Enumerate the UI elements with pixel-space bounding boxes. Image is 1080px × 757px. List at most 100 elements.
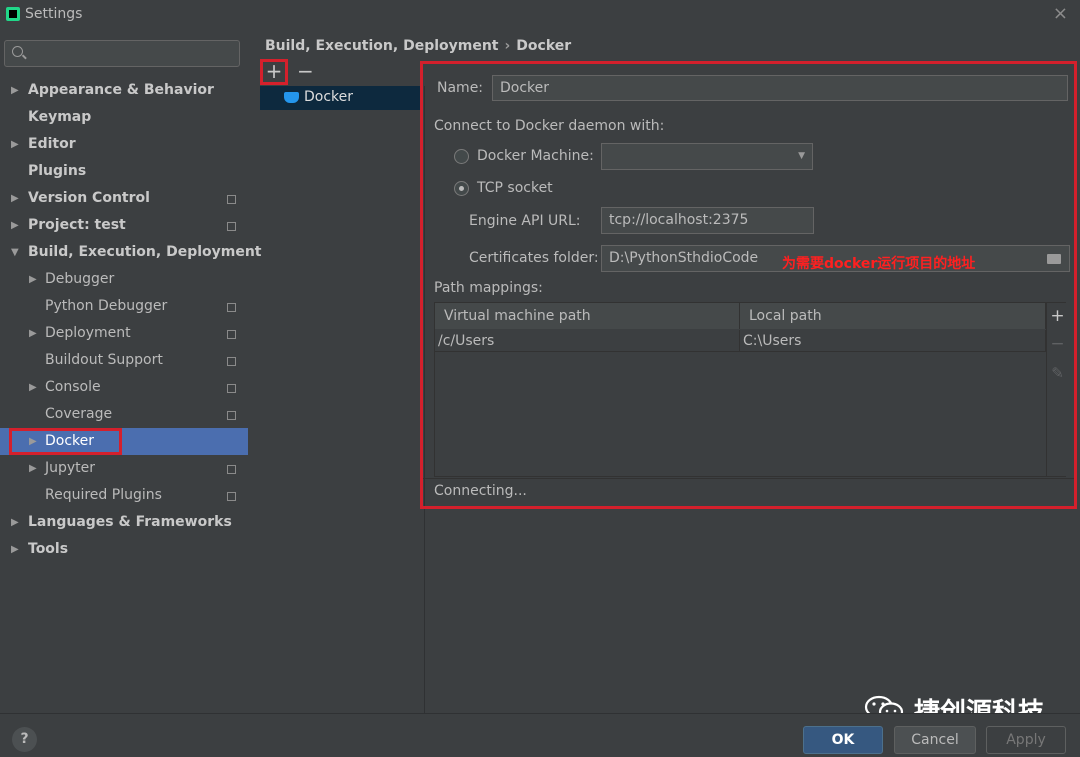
name-field[interactable]: Docker: [492, 75, 1068, 101]
chevron-right-icon[interactable]: ▶: [11, 536, 19, 563]
chevron-right-icon[interactable]: ▶: [29, 266, 37, 293]
sidebar-item-deployment[interactable]: ▶ Deployment: [0, 320, 248, 347]
docker-whale-icon: [284, 92, 299, 103]
sidebar-item-coverage[interactable]: Coverage: [0, 401, 248, 428]
project-scope-icon: [227, 222, 236, 231]
add-mapping-icon[interactable]: +: [1049, 306, 1066, 326]
edit-mapping-icon[interactable]: ✎: [1049, 364, 1066, 382]
help-button[interactable]: ?: [12, 727, 37, 752]
project-scope-icon: [227, 411, 236, 420]
chevron-right-icon[interactable]: ▶: [11, 131, 19, 158]
table-toolbar: + − ✎: [1046, 303, 1067, 476]
chevron-right-icon[interactable]: ▶: [29, 320, 37, 347]
breadcrumb-current: Docker: [516, 38, 572, 54]
sidebar-item-plugins[interactable]: Plugins: [0, 158, 248, 185]
connection-status: Connecting...: [434, 483, 527, 499]
sidebar-item-label: Version Control: [28, 190, 150, 206]
column-header-local-path[interactable]: Local path: [740, 303, 1046, 329]
sidebar-item-tools[interactable]: ▶ Tools: [0, 536, 248, 563]
remove-button[interactable]: −: [297, 59, 314, 85]
sidebar-item-debugger[interactable]: ▶ Debugger: [0, 266, 248, 293]
breadcrumb: Build, Execution, Deployment › Docker: [265, 38, 571, 54]
cancel-button[interactable]: Cancel: [894, 726, 976, 754]
dialog-footer: ? OK Cancel Apply: [0, 713, 1080, 757]
project-scope-icon: [227, 492, 236, 501]
docker-list-item-label: Docker: [304, 89, 354, 105]
project-scope-icon: [227, 384, 236, 393]
sidebar-item-label: Buildout Support: [45, 352, 163, 368]
sidebar-item-console[interactable]: ▶ Console: [0, 374, 248, 401]
project-scope-icon: [227, 330, 236, 339]
chevron-right-icon[interactable]: ▶: [29, 374, 37, 401]
docker-machine-radio[interactable]: [454, 149, 469, 164]
table-cell-local-path[interactable]: C:\Users: [740, 330, 1046, 352]
add-button[interactable]: +: [260, 59, 288, 85]
sidebar-item-label: Console: [45, 379, 101, 395]
search-input[interactable]: [4, 40, 240, 67]
sidebar-item-label: Deployment: [45, 325, 131, 341]
sidebar-item-languages-frameworks[interactable]: ▶ Languages & Frameworks: [0, 509, 248, 536]
chevron-right-icon[interactable]: ▶: [11, 212, 19, 239]
sidebar-item-label: Coverage: [45, 406, 113, 422]
search-icon: [12, 46, 23, 57]
sidebar-item-label: Debugger: [45, 271, 115, 287]
project-scope-icon: [227, 357, 236, 366]
annotation-text: 为需要docker运行项目的地址: [782, 256, 976, 272]
docker-list-item[interactable]: Docker: [260, 86, 420, 110]
sidebar-item-label: Required Plugins: [45, 487, 162, 503]
sidebar-item-label: Editor: [28, 136, 76, 152]
sidebar-item-label: Appearance & Behavior: [28, 82, 214, 98]
ok-button[interactable]: OK: [803, 726, 883, 754]
sidebar-item-jupyter[interactable]: ▶ Jupyter: [0, 455, 248, 482]
pycharm-icon: [6, 7, 20, 21]
table-cell-vm-path[interactable]: /c/Users: [435, 330, 740, 352]
docker-list: Docker: [260, 86, 420, 713]
chevron-right-icon[interactable]: ▶: [11, 509, 19, 536]
engine-url-label: Engine API URL:: [469, 213, 581, 229]
sidebar-item-keymap[interactable]: Keymap: [0, 104, 248, 131]
close-icon[interactable]: ×: [1053, 3, 1068, 24]
chevron-right-icon[interactable]: ▶: [29, 455, 37, 482]
sidebar-item-buildout-support[interactable]: Buildout Support: [0, 347, 248, 374]
sidebar-item-project-test[interactable]: ▶ Project: test: [0, 212, 248, 239]
path-mappings-table: Virtual machine path Local path /c/Users…: [434, 302, 1067, 477]
highlight-box: [9, 428, 122, 455]
sidebar-item-docker[interactable]: ▶ Docker: [0, 428, 248, 455]
connect-label: Connect to Docker daemon with:: [434, 118, 665, 134]
settings-sidebar: ▶ Appearance & Behavior Keymap ▶ Editor Plugi…: [0, 30, 262, 713]
sidebar-item-appearance-behavior[interactable]: ▶ Appearance & Behavior: [0, 77, 248, 104]
certificates-label: Certificates folder:: [469, 250, 599, 266]
title-bar: Settings ×: [0, 0, 1080, 30]
sidebar-item-required-plugins[interactable]: Required Plugins: [0, 482, 248, 509]
tcp-socket-label: TCP socket: [477, 180, 553, 196]
project-scope-icon: [227, 465, 236, 474]
window-title: Settings: [25, 6, 83, 22]
chevron-right-icon[interactable]: ▶: [11, 185, 19, 212]
docker-machine-select[interactable]: ▼: [601, 143, 813, 170]
name-label: Name:: [437, 80, 484, 96]
sidebar-item-label: Build, Execution, Deployment: [28, 244, 262, 260]
sidebar-item-python-debugger[interactable]: Python Debugger: [0, 293, 248, 320]
path-mappings-label: Path mappings:: [434, 280, 543, 296]
chevron-right-icon: ›: [504, 38, 511, 54]
sidebar-item-label: Jupyter: [45, 460, 96, 476]
chevron-down-icon: ▼: [798, 151, 805, 161]
sidebar-item-editor[interactable]: ▶ Editor: [0, 131, 248, 158]
status-divider: [423, 478, 1074, 479]
project-scope-icon: [227, 195, 236, 204]
apply-button[interactable]: Apply: [986, 726, 1066, 754]
sidebar-item-version-control[interactable]: ▶ Version Control: [0, 185, 248, 212]
sidebar-item-label: Languages & Frameworks: [28, 514, 232, 530]
sidebar-item-label: Project: test: [28, 217, 126, 233]
breadcrumb-parent: Build, Execution, Deployment: [265, 38, 499, 54]
folder-icon[interactable]: [1047, 254, 1061, 264]
sidebar-item-build-execution-deployment[interactable]: ▼ Build, Execution, Deployment: [0, 239, 262, 266]
column-header-vm-path[interactable]: Virtual machine path: [435, 303, 740, 329]
chevron-down-icon[interactable]: ▼: [11, 239, 19, 266]
tcp-socket-radio[interactable]: [454, 181, 469, 196]
sidebar-item-label: Keymap: [28, 109, 92, 125]
chevron-right-icon[interactable]: ▶: [11, 77, 19, 104]
engine-url-field[interactable]: tcp://localhost:2375: [601, 207, 814, 234]
docker-config-panel: Name: Docker Connect to Docker daemon wi…: [420, 61, 1077, 509]
remove-mapping-icon[interactable]: −: [1049, 334, 1066, 354]
